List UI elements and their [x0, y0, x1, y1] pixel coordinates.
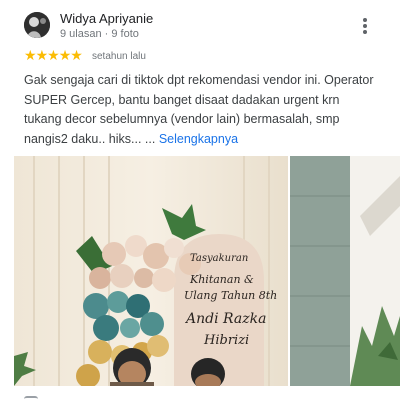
sign-line: Tasyakuran [190, 253, 249, 264]
star-icon: ★ [24, 47, 37, 63]
sign-line: Hibrizi [204, 333, 250, 348]
star-icon: ★ [58, 47, 72, 63]
star-icon: ★ [70, 47, 83, 63]
star-icon: ★ [35, 47, 49, 63]
author-meta: 9 ulasan · 9 foto [60, 28, 139, 40]
more-options-icon[interactable] [356, 14, 374, 38]
review-time: setahun lalu [92, 51, 146, 62]
star-icon: ★ [47, 47, 60, 63]
author-name[interactable]: Widya Apriyanie [60, 11, 153, 26]
star-rating: ★★★★★ [24, 47, 83, 63]
like-icon[interactable] [24, 396, 38, 402]
review-photos: Tasyakuran Khitanan & Ulang Tahun 8th An… [14, 156, 400, 386]
sign-line: Khitanan & [190, 273, 254, 286]
sign-line: Ulang Tahun 8th [184, 289, 278, 302]
review-photo[interactable] [290, 156, 400, 386]
read-more-link[interactable]: Selengkapnya [159, 132, 238, 146]
avatar[interactable] [24, 12, 50, 38]
review-photo[interactable]: Tasyakuran Khitanan & Ulang Tahun 8th An… [14, 156, 288, 386]
sign-line: Andi Razka [186, 311, 267, 327]
review-text: Gak sengaja cari di tiktok dpt rekomenda… [24, 71, 376, 149]
review-card: Widya Apriyanie 9 ulasan · 9 foto ★★★★★ … [0, 0, 400, 400]
